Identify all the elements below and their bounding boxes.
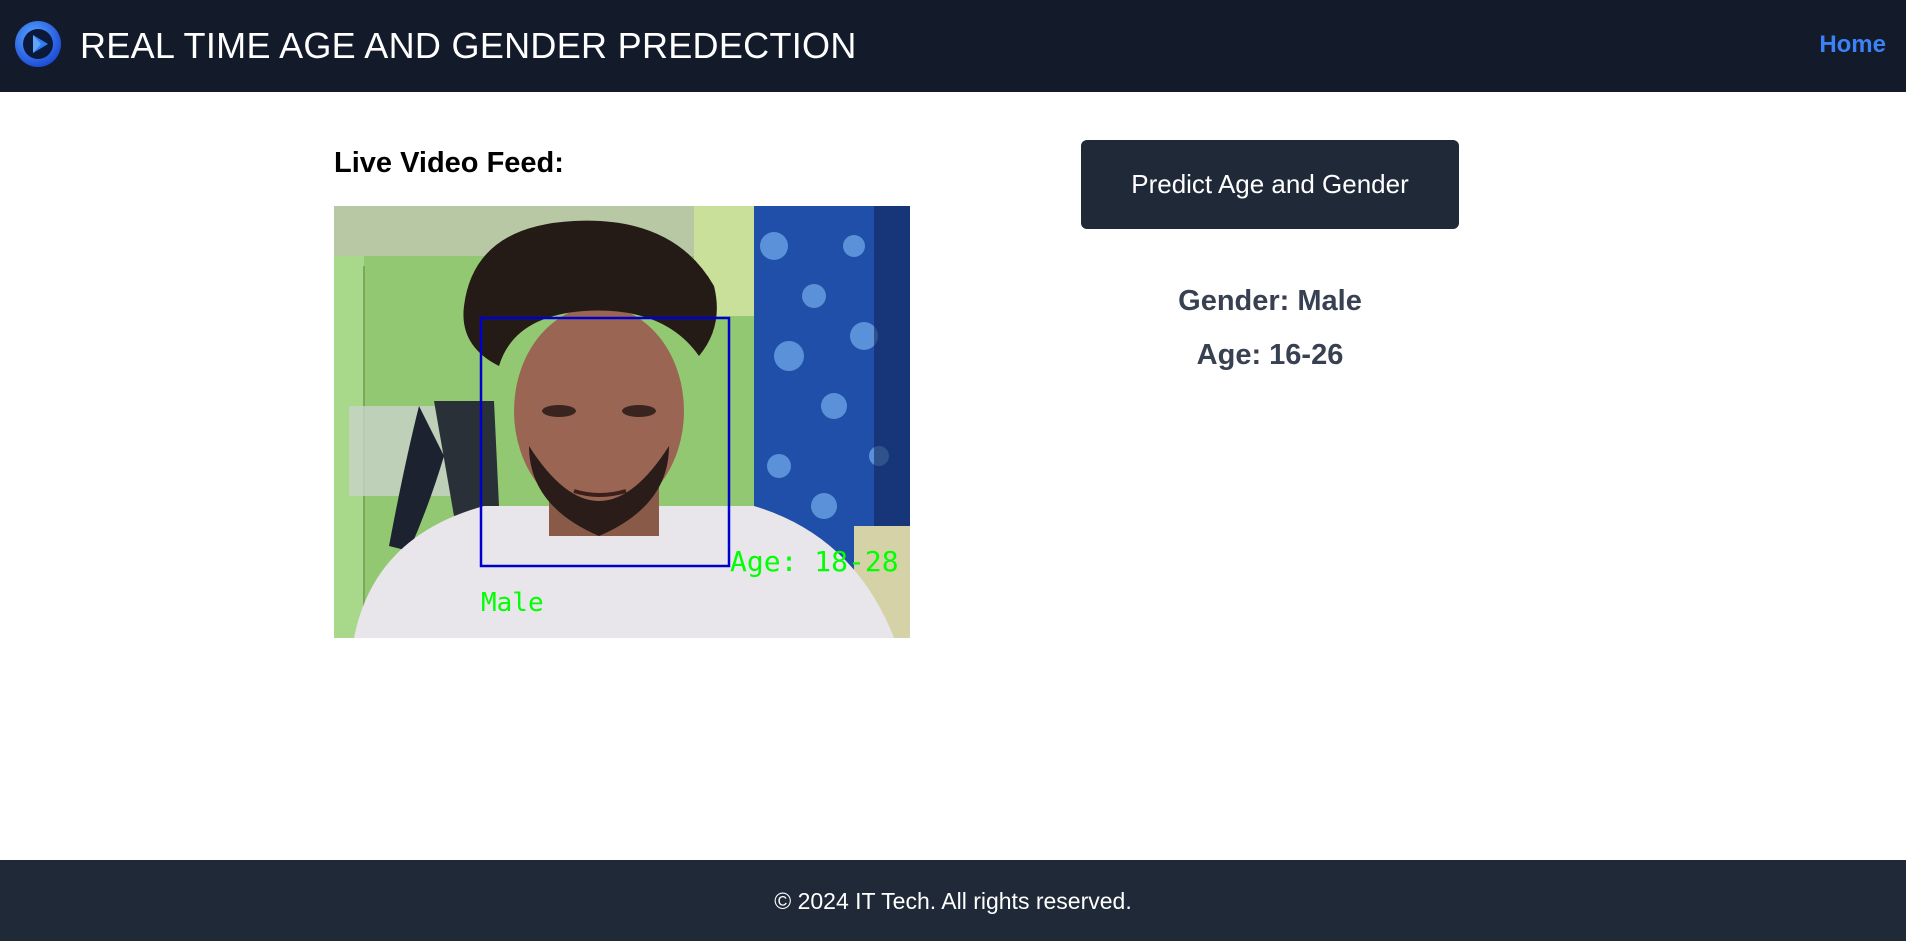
video-frame-image: Age: 18-28 Male (334, 206, 910, 638)
video-gender-overlay: Male (481, 588, 544, 618)
footer: © 2024 IT Tech. All rights reserved. (0, 860, 1906, 941)
video-age-overlay: Age: 18-28 (730, 545, 899, 578)
predict-age-gender-button[interactable]: Predict Age and Gender (1081, 140, 1459, 229)
top-navbar: REAL TIME AGE AND GENDER PREDECTION Home (0, 0, 1906, 92)
gender-result: Gender: Male (1178, 285, 1362, 317)
page: REAL TIME AGE AND GENDER PREDECTION Home… (0, 0, 1906, 941)
age-result: Age: 16-26 (1196, 339, 1344, 371)
live-video-feed: Age: 18-28 Male (334, 206, 910, 638)
nav-home-link[interactable]: Home (1819, 30, 1886, 60)
footer-copyright: © 2024 IT Tech. All rights reserved. (774, 887, 1132, 914)
app-title: REAL TIME AGE AND GENDER PREDECTION (80, 25, 857, 66)
live-feed-heading: Live Video Feed: (334, 147, 564, 179)
play-circle-logo-icon[interactable] (14, 20, 62, 68)
